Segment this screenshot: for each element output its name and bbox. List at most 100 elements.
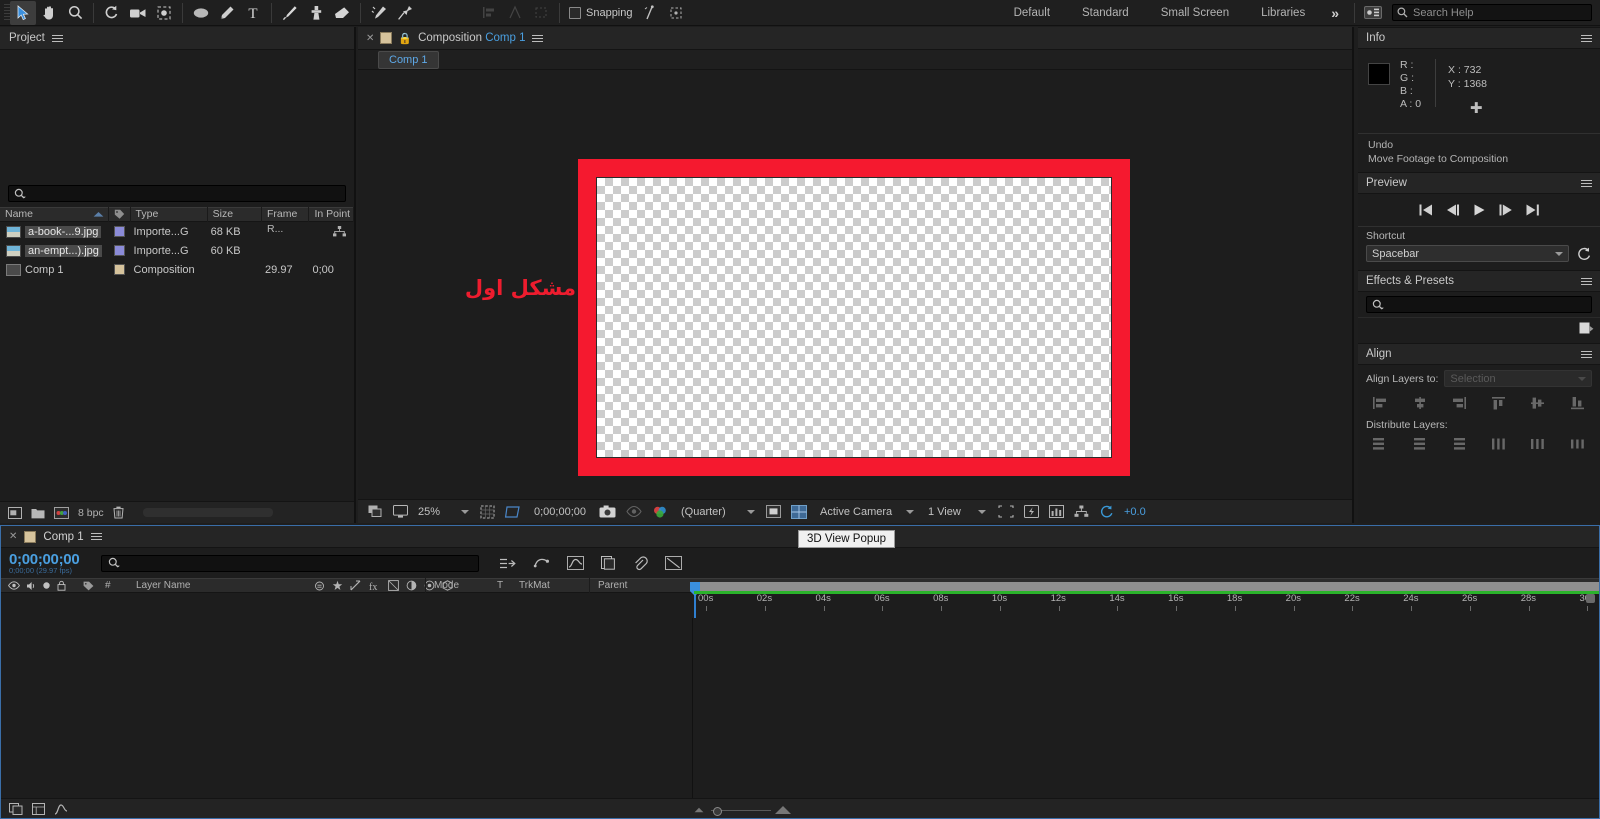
new-composition-icon[interactable]	[54, 506, 69, 519]
align-panel-menu-icon[interactable]	[1581, 349, 1592, 360]
parent-column-header[interactable]: Parent	[589, 578, 689, 593]
snapping-checkbox[interactable]	[569, 6, 581, 19]
timeline-search-input[interactable]	[101, 554, 479, 572]
align-layers-to-dropdown[interactable]: Selection	[1444, 370, 1592, 387]
collapse-transformations-icon[interactable]	[332, 580, 343, 591]
hand-tool[interactable]	[36, 1, 62, 25]
main-viewer-icon[interactable]	[393, 505, 408, 518]
resolution-dropdown[interactable]: (Quarter)	[673, 500, 761, 524]
play-icon[interactable]	[1473, 204, 1486, 216]
zoom-tool[interactable]	[62, 1, 88, 25]
pen-tool[interactable]	[214, 1, 240, 25]
toggle-switches-modes-icon[interactable]	[9, 802, 23, 815]
align-top-button[interactable]	[1489, 394, 1509, 412]
motion-graph-icon[interactable]	[54, 803, 68, 815]
rotation-tool[interactable]	[99, 1, 125, 25]
take-snapshot-icon[interactable]	[591, 500, 621, 524]
distribute-top-button[interactable]	[1370, 435, 1390, 453]
type-tool[interactable]: T	[240, 1, 266, 25]
mode-column-header[interactable]: Mode	[425, 578, 495, 593]
motion-blur-switch-icon[interactable]	[406, 580, 417, 591]
zoom-slider-knob[interactable]	[713, 807, 722, 816]
table-row[interactable]: Comp 1 Composition 29.97 0;00	[0, 260, 354, 279]
pixel-aspect-correction-icon[interactable]	[992, 500, 1019, 524]
effects-icon[interactable]: fx	[368, 581, 381, 593]
preview-panel-menu-icon[interactable]	[1581, 178, 1592, 189]
workspace-default[interactable]: Default	[998, 0, 1066, 26]
column-in-point[interactable]: In Point	[309, 207, 354, 222]
label-color-swatch[interactable]	[114, 264, 126, 275]
composition-panel-menu-icon[interactable]	[531, 33, 543, 44]
timeline-zoom-slider[interactable]	[691, 806, 791, 816]
exposure-value[interactable]: +0.0	[1119, 500, 1151, 524]
last-frame-icon[interactable]	[1526, 204, 1540, 216]
composition-viewer[interactable]: مشکل اول	[358, 71, 1352, 501]
pan-behind-tool[interactable]	[151, 1, 177, 25]
shape-tool[interactable]	[188, 1, 214, 25]
timeline-tab-label[interactable]: Comp 1	[43, 531, 83, 543]
workspace-libraries[interactable]: Libraries	[1245, 0, 1321, 26]
reset-exposure-icon[interactable]	[1094, 500, 1119, 524]
grid-guides-dropdown[interactable]	[475, 500, 500, 524]
align-right-button[interactable]	[1449, 394, 1469, 412]
composition-tab-title[interactable]: Composition Comp 1	[418, 32, 525, 44]
effects-presets-menu-icon[interactable]	[1581, 276, 1592, 287]
workspace-editor-icon[interactable]	[1360, 1, 1386, 25]
trkmat-column-header[interactable]: TrkMat	[517, 578, 589, 593]
breadcrumb-comp1[interactable]: Comp 1	[378, 50, 439, 69]
timeline-layer-list[interactable]	[1, 618, 693, 798]
align-left-button[interactable]	[1370, 394, 1390, 412]
tab-project[interactable]: Project	[0, 27, 72, 50]
project-item-name[interactable]: a-book-...9.jpg	[25, 225, 102, 238]
composition-mini-flowchart-icon[interactable]	[499, 557, 516, 570]
timeline-graph-area[interactable]	[694, 618, 1599, 798]
eraser-tool[interactable]	[329, 1, 355, 25]
lock-icon[interactable]: 🔒	[398, 32, 412, 45]
graph-editor-icon[interactable]	[567, 556, 584, 570]
close-icon[interactable]: ✕	[9, 531, 17, 542]
index-column-header[interactable]: #	[100, 578, 130, 593]
timeline-ruler[interactable]: 00s 02s 04s 06s 08s 10s 12s 14s 16s 18s 20s 22s 24s 2…	[690, 582, 1599, 798]
hide-shy-layers-icon[interactable]	[665, 556, 682, 570]
project-panel-menu-icon[interactable]	[51, 33, 63, 44]
timeline-view-icon[interactable]	[1044, 500, 1069, 524]
previous-frame-icon[interactable]	[1446, 204, 1460, 216]
info-panel-menu-icon[interactable]	[1581, 33, 1592, 44]
project-search-input[interactable]	[8, 185, 346, 202]
interpret-footage-icon[interactable]	[8, 506, 22, 519]
selection-tool[interactable]	[10, 0, 36, 25]
distribute-left-button[interactable]	[1489, 435, 1509, 453]
timeline-panel-menu-icon[interactable]	[90, 531, 102, 542]
project-item-name[interactable]: an-empt...).jpg	[25, 244, 102, 257]
project-scroll-handle[interactable]	[142, 508, 273, 517]
comp-renderer-icon[interactable]	[32, 802, 45, 815]
label-color-swatch[interactable]	[114, 226, 126, 237]
transparency-grid-icon[interactable]	[761, 500, 786, 524]
show-snapshot-icon[interactable]	[621, 500, 647, 524]
shortcut-dropdown[interactable]: Spacebar	[1366, 245, 1569, 262]
layer-name-column-header[interactable]: Layer Name	[130, 578, 310, 593]
brush-tool[interactable]	[277, 1, 303, 25]
lock-icon[interactable]	[57, 580, 66, 591]
zoom-out-icon[interactable]	[694, 807, 704, 813]
workspace-small-screen[interactable]: Small Screen	[1145, 0, 1245, 26]
effects-search-input[interactable]	[1366, 296, 1592, 313]
effects-presets-list[interactable]	[1358, 317, 1600, 343]
column-size[interactable]: Size	[208, 207, 263, 222]
fast-previews-icon[interactable]	[1019, 500, 1044, 524]
distribute-bottom-button[interactable]	[1449, 435, 1469, 453]
align-vertical-center-button[interactable]	[1528, 394, 1548, 412]
layer-switches-icon[interactable]	[601, 556, 616, 570]
orbit-camera-tool[interactable]	[125, 1, 151, 25]
preserve-transparency-column-header[interactable]: T	[495, 578, 517, 593]
align-bottom-button[interactable]	[1568, 394, 1588, 412]
transparent-canvas[interactable]	[596, 177, 1112, 458]
timeline-timecode[interactable]: 0;00;00;00 0;00;00 (29.97 fps)	[1, 551, 101, 575]
table-row[interactable]: an-empt...).jpg Importe...G 60 KB	[0, 241, 354, 260]
distribute-vertical-center-button[interactable]	[1410, 435, 1430, 453]
view-layout-dropdown[interactable]: 1 View	[920, 500, 992, 524]
close-icon[interactable]: ✕	[366, 33, 374, 44]
first-frame-icon[interactable]	[1419, 204, 1433, 216]
roto-brush-tool[interactable]	[366, 1, 392, 25]
toolbar-grip[interactable]	[2, 3, 10, 22]
